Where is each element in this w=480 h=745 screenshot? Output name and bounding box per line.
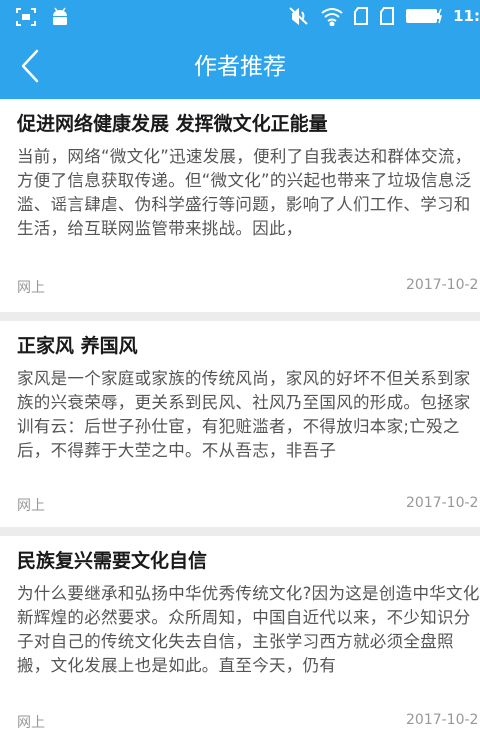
- app-bar: 作者推荐: [0, 36, 480, 99]
- article-source: 网上: [17, 715, 45, 731]
- article-card[interactable]: 促进网络健康发展 发挥微文化正能量 当前，网络“微文化”迅速发展，便利了自我表达…: [0, 99, 480, 312]
- divider: [0, 312, 480, 321]
- article-list: 促进网络健康发展 发挥微文化正能量 当前，网络“微文化”迅速发展，便利了自我表达…: [0, 99, 480, 745]
- mute-icon: [287, 6, 311, 26]
- divider: [0, 527, 480, 536]
- article-date: 2017-10-2: [406, 277, 479, 293]
- wifi-icon: [321, 6, 343, 26]
- article-title: 促进网络健康发展 发挥微文化正能量: [17, 113, 328, 135]
- status-bar: 11:: [0, 0, 480, 36]
- sim-card-icon: [353, 6, 369, 26]
- article-date: 2017-10-2: [406, 712, 479, 728]
- article-card[interactable]: 正家风 养国风 家风是一个家庭或家族的传统风尚，家风的好坏不但关系到家族的兴衰荣…: [0, 321, 480, 527]
- battery-icon: [405, 7, 443, 25]
- chevron-left-icon: [20, 49, 40, 87]
- page-title: 作者推荐: [194, 54, 286, 80]
- android-icon: [50, 7, 70, 27]
- status-time: 11:: [453, 7, 480, 25]
- article-summary: 家风是一个家庭或家族的传统风尚，家风的好坏不但关系到家族的兴衰荣辱，更关系到民风…: [17, 369, 471, 460]
- back-button[interactable]: [10, 46, 50, 90]
- article-date: 2017-10-2: [406, 495, 479, 511]
- article-summary: 当前，网络“微文化”迅速发展，便利了自我表达和群体交流，方便了信息获取传递。但“…: [17, 147, 472, 238]
- screenshot-icon: [16, 8, 36, 26]
- article-source: 网上: [17, 498, 45, 514]
- sim-card-icon-2: [379, 6, 395, 26]
- article-title: 民族复兴需要文化自信: [17, 550, 208, 572]
- article-card[interactable]: 民族复兴需要文化自信 为什么要继承和弘扬中华优秀传统文化?因为这是创造中华文化新…: [0, 536, 480, 745]
- article-source: 网上: [17, 280, 45, 296]
- article-summary: 为什么要继承和弘扬中华优秀传统文化?因为这是创造中华文化新辉煌的必然要求。众所周…: [17, 584, 480, 675]
- article-title: 正家风 养国风: [17, 335, 138, 357]
